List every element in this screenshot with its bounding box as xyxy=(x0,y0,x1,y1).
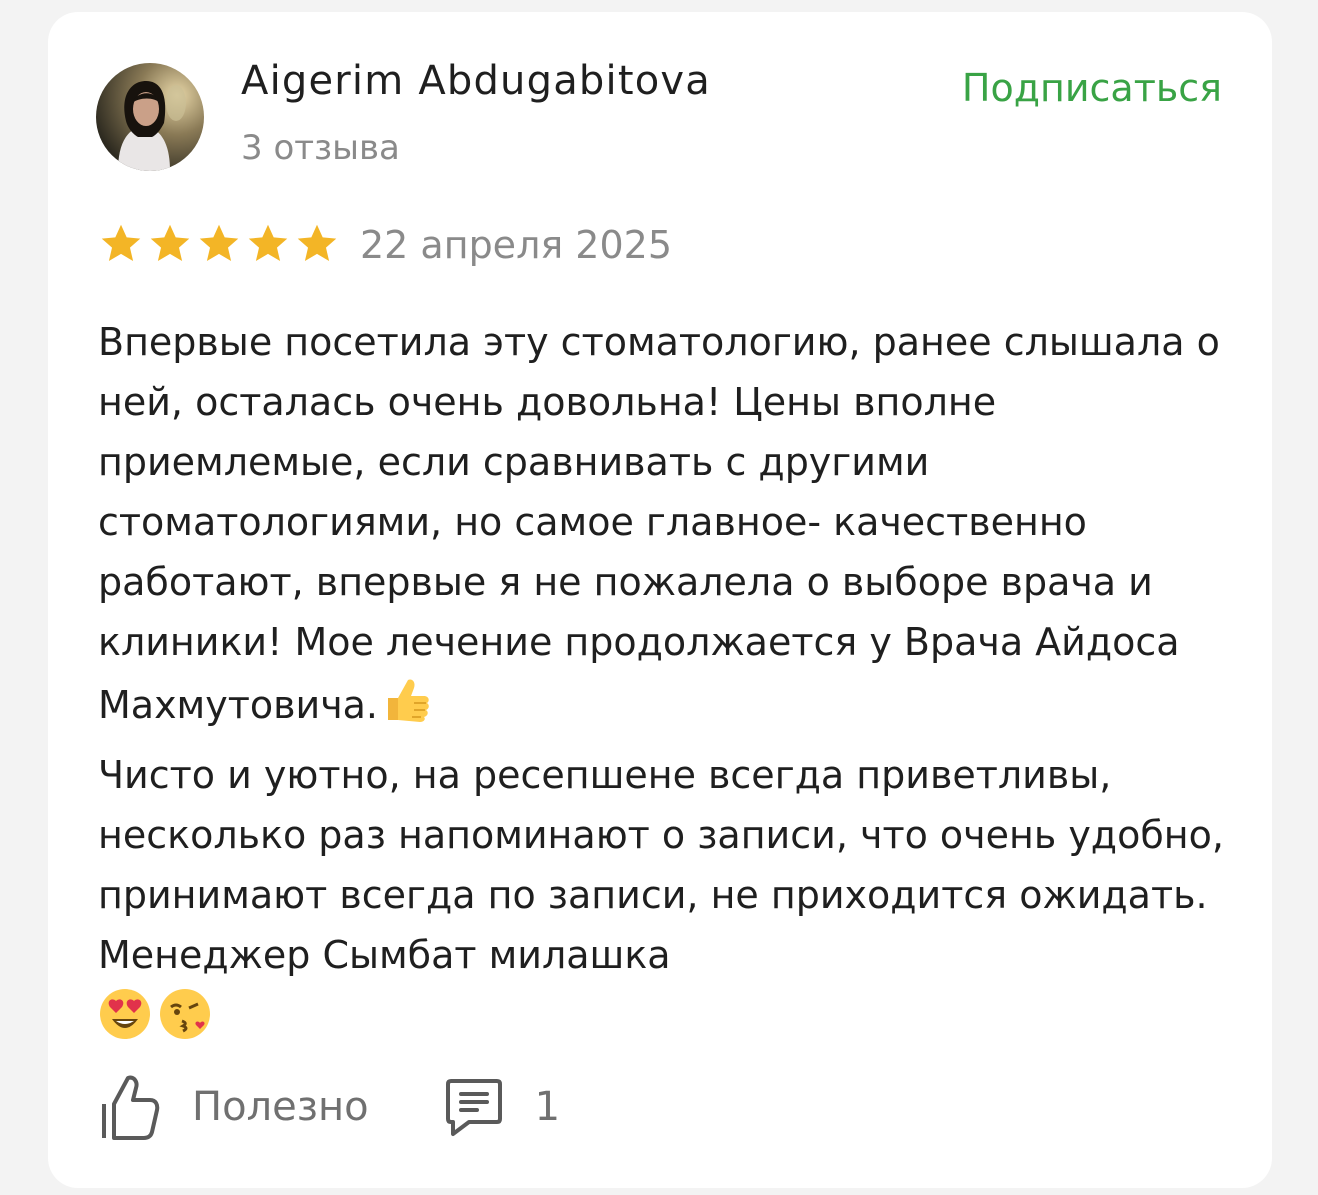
review-paragraph-2-text: Чисто и уютно, на ресепшене всегда приве… xyxy=(98,753,1224,977)
star-icon xyxy=(101,224,141,262)
review-date: 22 апреля 2025 xyxy=(360,223,672,267)
author-name[interactable]: Aigerim Abdugabitova xyxy=(241,58,711,104)
comment-icon xyxy=(445,1079,502,1136)
review-paragraph-1-text: Впервые посетила эту стоматологию, ранее… xyxy=(98,320,1220,727)
emoji-row xyxy=(98,987,1238,1041)
review-card: Aigerim Abdugabitova 3 отзыва Подписатьс… xyxy=(48,12,1272,1188)
author-reviews-count[interactable]: 3 отзыва xyxy=(241,128,400,168)
avatar-photo-icon xyxy=(96,63,204,171)
star-icon xyxy=(199,224,239,262)
review-text: Впервые посетила эту стоматологию, ранее… xyxy=(98,312,1238,1041)
useful-button[interactable]: Полезно xyxy=(100,1074,369,1140)
thumbs-up-icon xyxy=(102,1075,160,1140)
review-paragraph-1: Впервые посетила эту стоматологию, ранее… xyxy=(98,312,1238,745)
subscribe-button[interactable]: Подписаться xyxy=(962,66,1222,110)
star-icon xyxy=(150,224,190,262)
review-paragraph-2: Чисто и уютно, на ресепшене всегда приве… xyxy=(98,745,1238,985)
star-icon xyxy=(297,224,337,262)
user-avatar[interactable] xyxy=(96,63,204,171)
heart-eyes-emoji-icon xyxy=(100,989,150,1039)
rating-stars xyxy=(98,222,340,266)
comments-count: 1 xyxy=(534,1084,561,1130)
useful-label: Полезно xyxy=(192,1084,369,1130)
star-icon xyxy=(248,224,288,262)
review-footer: Полезно 1 xyxy=(100,1074,560,1140)
comments-button[interactable]: 1 xyxy=(445,1077,560,1137)
thumbs-up-emoji-icon xyxy=(378,672,434,745)
kissing-face-emoji-icon xyxy=(160,989,210,1039)
